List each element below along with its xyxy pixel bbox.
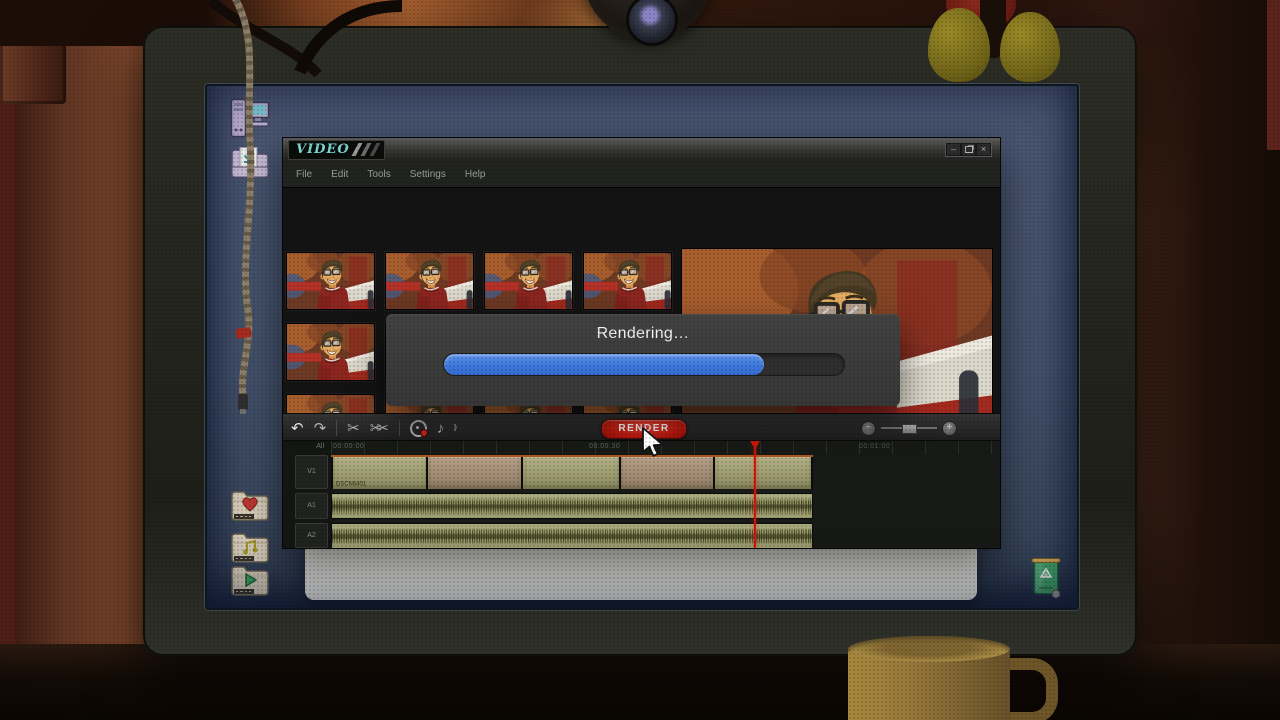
- room-wall-right: [1120, 0, 1280, 720]
- video-thumbnail[interactable]: [286, 323, 375, 381]
- figurine-foot-left: [928, 8, 990, 82]
- video-editor-window: VIDEO – × File Edit Tools Settings Help: [282, 137, 1001, 549]
- undo-icon[interactable]: ↶: [291, 421, 304, 436]
- cut-icon[interactable]: ✂: [347, 421, 360, 436]
- timecode: 00:01:00: [859, 443, 890, 450]
- timeline-zoom-control: − +: [861, 420, 957, 436]
- clip-filename: DSCN6401: [336, 481, 366, 487]
- toolbar-divider: [336, 420, 337, 436]
- music-folder-icon[interactable]: [230, 531, 270, 567]
- video-track-v1: DSCN6401: [331, 455, 813, 489]
- render-progress-bar: [443, 353, 845, 376]
- multi-cut-icon[interactable]: ✂✂: [370, 421, 383, 436]
- video-clip[interactable]: [523, 457, 621, 489]
- track-label-a2: A2: [295, 523, 328, 548]
- rendering-dialog-title: Rendering…: [386, 325, 900, 343]
- menu-settings[interactable]: Settings: [410, 169, 446, 180]
- figurine-foot-right: [1000, 12, 1060, 82]
- close-button[interactable]: ×: [977, 144, 990, 155]
- logo-stripe: [369, 143, 380, 156]
- track-label-a1: A1: [295, 493, 328, 519]
- menu-help[interactable]: Help: [465, 169, 486, 180]
- zoom-out-button[interactable]: −: [861, 421, 876, 436]
- background-window[interactable]: [305, 542, 977, 600]
- timecode: 00:00:00: [333, 443, 364, 450]
- my-computer-icon[interactable]: [230, 98, 270, 144]
- restore-button[interactable]: [962, 144, 975, 155]
- screen-desktop: VIDEO – × File Edit Tools Settings Help: [205, 84, 1079, 610]
- video-thumbnail[interactable]: [583, 252, 672, 310]
- timecode: 00:00:30: [589, 443, 620, 450]
- recycle-bin-icon[interactable]: [1028, 555, 1064, 601]
- video-clip[interactable]: [715, 457, 813, 489]
- redo-icon[interactable]: ↷: [314, 421, 327, 436]
- mouse-cursor: [641, 427, 669, 461]
- audio-note-icon[interactable]: ♪: [437, 421, 445, 436]
- zoom-slider-handle[interactable]: [902, 424, 917, 434]
- favorites-folder-icon[interactable]: [230, 489, 270, 525]
- track-label-v1: V1: [295, 455, 328, 489]
- menu-edit[interactable]: Edit: [331, 169, 348, 180]
- audio-clip-a1[interactable]: [331, 493, 813, 519]
- zoom-in-button[interactable]: +: [942, 421, 957, 436]
- mug-rim: [848, 636, 1010, 662]
- title-bar[interactable]: VIDEO – ×: [283, 138, 1000, 163]
- toolbar-divider: [399, 420, 400, 436]
- app-logo: VIDEO: [288, 140, 385, 160]
- video-thumbnail[interactable]: [484, 252, 573, 310]
- tracks-all-label: All: [316, 443, 324, 450]
- rendering-dialog: Rendering…: [386, 314, 900, 406]
- video-clip[interactable]: [621, 457, 715, 489]
- zoom-slider[interactable]: [881, 427, 937, 429]
- video-clip[interactable]: [428, 457, 523, 489]
- render-progress-fill: [444, 354, 764, 375]
- window-controls: – ×: [945, 142, 992, 157]
- door-frame: [0, 0, 15, 720]
- menu-file[interactable]: File: [296, 169, 312, 180]
- app-title: VIDEO: [296, 142, 350, 157]
- menu-tools[interactable]: Tools: [367, 169, 390, 180]
- downloads-folder-icon[interactable]: [230, 146, 270, 182]
- effects-reel-icon[interactable]: [410, 420, 427, 437]
- audio-clip-a2[interactable]: [331, 523, 813, 548]
- video-thumbnail[interactable]: [286, 252, 375, 310]
- restore-icon: [965, 146, 973, 153]
- track-label-column: All V1 A1 A2: [283, 441, 331, 548]
- video-clip[interactable]: DSCN6401: [331, 457, 428, 489]
- menu-bar: File Edit Tools Settings Help: [283, 162, 1000, 188]
- video-thumbnail[interactable]: [385, 252, 474, 310]
- door-frame-right: [1267, 0, 1280, 150]
- playhead-line: [754, 443, 756, 548]
- videos-folder-icon[interactable]: [230, 564, 270, 600]
- minimize-button[interactable]: –: [947, 144, 960, 155]
- game-scene: VIDEO – × File Edit Tools Settings Help: [0, 0, 1280, 720]
